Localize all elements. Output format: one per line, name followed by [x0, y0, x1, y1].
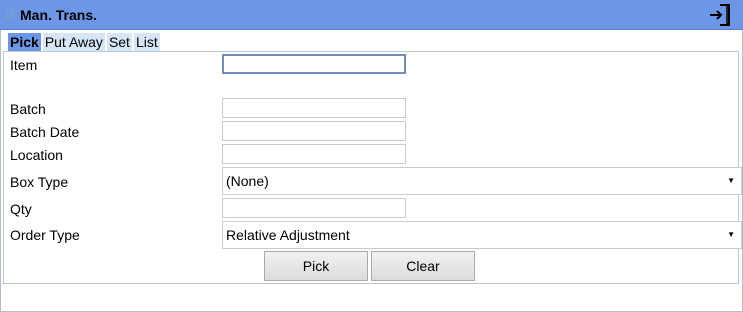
location-label: Location — [10, 147, 63, 163]
box-type-select[interactable]: (None) ▼ — [222, 167, 742, 195]
batch-label: Batch — [10, 101, 46, 117]
order-type-label: Order Type — [10, 227, 80, 243]
location-input[interactable] — [222, 144, 406, 164]
box-type-value: (None) — [226, 173, 269, 189]
tab-pick[interactable]: Pick — [8, 33, 41, 51]
form-panel: Item Batch Batch Date Location Box Type … — [3, 51, 742, 284]
clear-button[interactable]: Clear — [371, 251, 475, 281]
order-type-value: Relative Adjustment — [226, 227, 350, 243]
box-type-label: Box Type — [10, 174, 69, 190]
tab-list[interactable]: List — [133, 33, 160, 51]
chevron-down-icon: ▼ — [727, 176, 735, 185]
qty-label: Qty — [10, 201, 32, 217]
item-label: Item — [10, 57, 38, 73]
title-bar: Man. Trans. — [0, 0, 743, 30]
pick-button[interactable]: Pick — [264, 251, 368, 281]
pin-icon[interactable] — [3, 9, 15, 21]
batch-date-input[interactable] — [222, 121, 406, 141]
batch-input[interactable] — [222, 98, 406, 118]
tab-put-away[interactable]: Put Away — [42, 33, 105, 51]
qty-input[interactable] — [222, 198, 406, 218]
batch-date-label: Batch Date — [10, 124, 80, 140]
chevron-down-icon: ▼ — [727, 230, 735, 239]
window-title: Man. Trans. — [20, 7, 98, 23]
tab-bar: Pick Put Away Set List — [8, 33, 160, 51]
order-type-select[interactable]: Relative Adjustment ▼ — [222, 221, 742, 249]
tab-set[interactable]: Set — [106, 33, 132, 51]
item-input[interactable] — [222, 54, 406, 74]
exit-icon[interactable] — [707, 2, 733, 28]
